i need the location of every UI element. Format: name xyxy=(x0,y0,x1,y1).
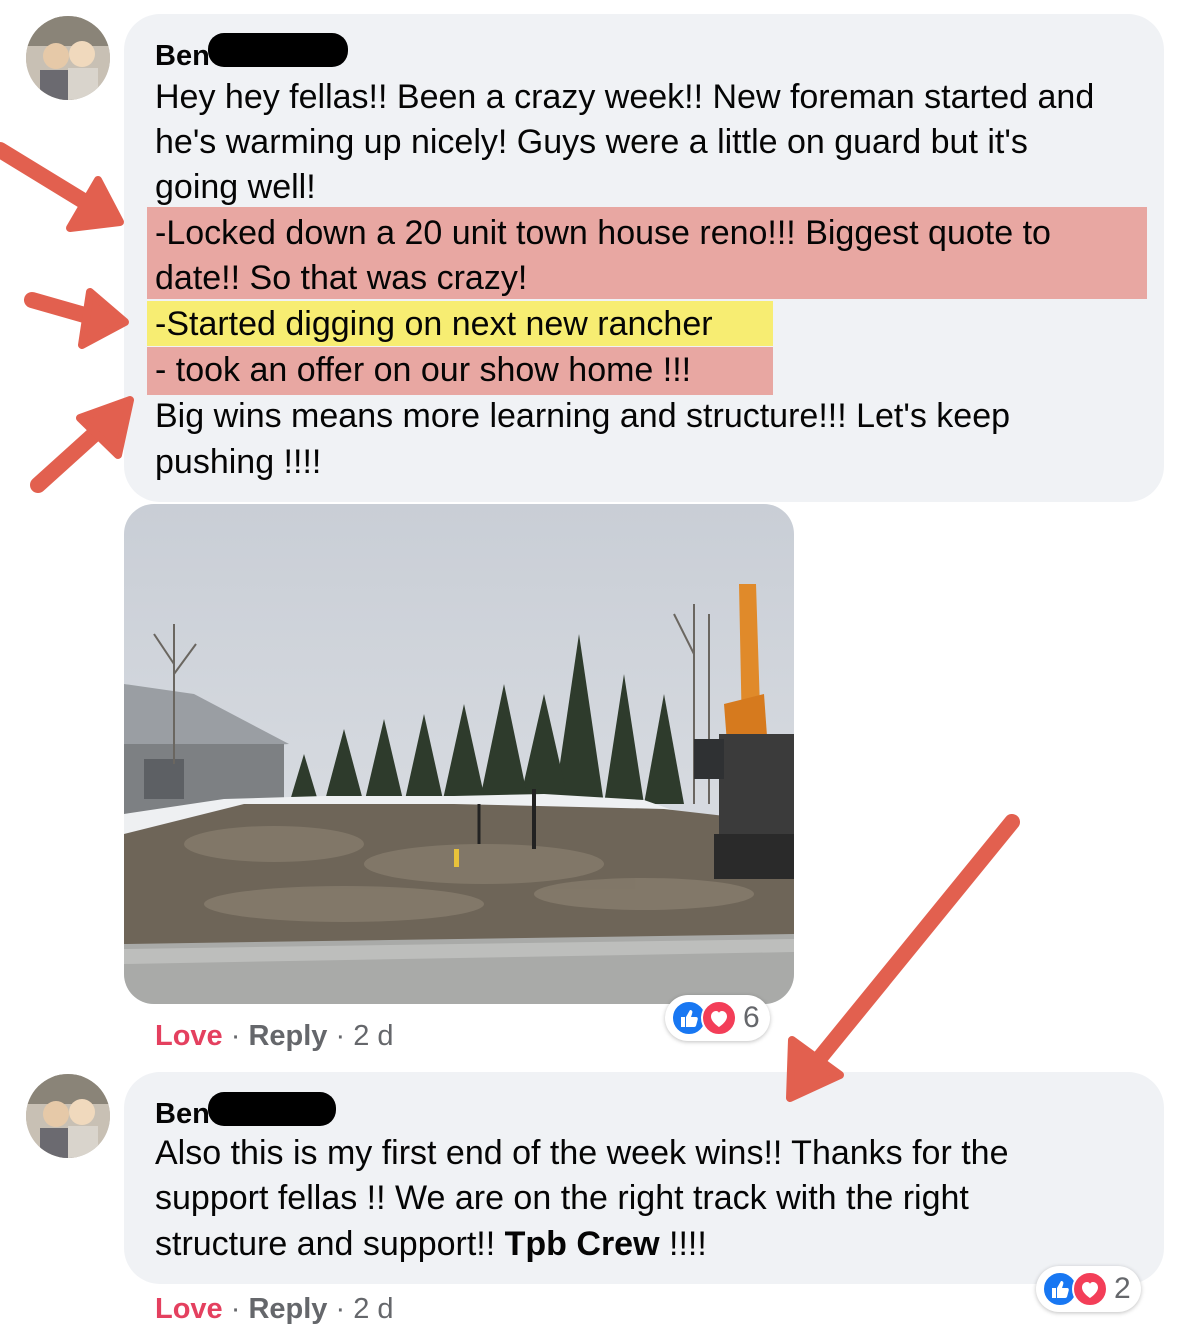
arrowhead-icon xyxy=(78,288,129,349)
heart-icon xyxy=(1072,1271,1108,1307)
comment-text: !!!! xyxy=(659,1225,707,1263)
reply-button[interactable]: Reply xyxy=(248,1293,327,1325)
profile-photo xyxy=(26,1074,110,1158)
construction-site-image xyxy=(124,504,794,1004)
comment-actions: Love · Reply · 2 d xyxy=(155,1020,394,1053)
comment-text-line: going well! xyxy=(155,168,316,206)
comment-text-line: -Locked down a 20 unit town house reno!!… xyxy=(155,214,1051,252)
timestamp[interactable]: 2 d xyxy=(353,1020,393,1052)
reaction-summary[interactable]: 6 xyxy=(665,995,770,1041)
crew-mention[interactable]: Tpb Crew xyxy=(505,1225,660,1263)
comment-text-line: Also this is my first end of the week wi… xyxy=(155,1134,1009,1172)
comment-text-line: pushing !!!! xyxy=(155,443,322,481)
comment-text-line: structure and support!! Tpb Crew !!!! xyxy=(155,1221,707,1267)
arrowhead-icon xyxy=(66,176,124,232)
reply-button[interactable]: Reply xyxy=(248,1020,327,1052)
arrow-icon xyxy=(802,814,1020,1078)
reaction-summary[interactable]: 2 xyxy=(1036,1266,1141,1312)
comment-author[interactable]: Ben xyxy=(155,40,210,73)
separator: · xyxy=(327,1293,354,1325)
arrow-icon xyxy=(24,292,103,326)
timestamp[interactable]: 2 d xyxy=(353,1293,393,1325)
comment-text: structure and support!! xyxy=(155,1225,505,1263)
comment-text-line: - took an offer on our show home !!! xyxy=(155,351,692,389)
arrow-icon xyxy=(30,412,118,493)
separator: · xyxy=(222,1020,249,1052)
arrowhead-icon xyxy=(76,396,134,459)
profile-photo xyxy=(26,16,110,100)
heart-icon xyxy=(701,1000,737,1036)
redacted-name xyxy=(208,1092,336,1126)
comment-text-line: Hey hey fellas!! Been a crazy week!! New… xyxy=(155,78,1095,116)
comment-text-line: -Started digging on next new rancher xyxy=(155,305,713,343)
comment-text-line: Big wins means more learning and structu… xyxy=(155,397,1011,435)
comment-text-line: he's warming up nicely! Guys were a litt… xyxy=(155,123,1028,161)
arrow-icon xyxy=(0,142,98,213)
reaction-count: 6 xyxy=(743,1001,760,1034)
love-button[interactable]: Love xyxy=(155,1020,223,1052)
comment-author[interactable]: Ben xyxy=(155,1098,210,1131)
avatar[interactable] xyxy=(26,16,110,100)
attached-photo[interactable] xyxy=(124,504,794,1004)
comment-actions: Love · Reply · 2 d xyxy=(155,1293,394,1326)
separator: · xyxy=(327,1020,354,1052)
comment-text-line: support fellas !! We are on the right tr… xyxy=(155,1179,969,1217)
avatar[interactable] xyxy=(26,1074,110,1158)
separator: · xyxy=(222,1293,249,1325)
love-button[interactable]: Love xyxy=(155,1293,223,1325)
reaction-count: 2 xyxy=(1114,1272,1131,1305)
redacted-name xyxy=(208,33,348,67)
comment-text-line: date!! So that was crazy! xyxy=(155,259,528,297)
